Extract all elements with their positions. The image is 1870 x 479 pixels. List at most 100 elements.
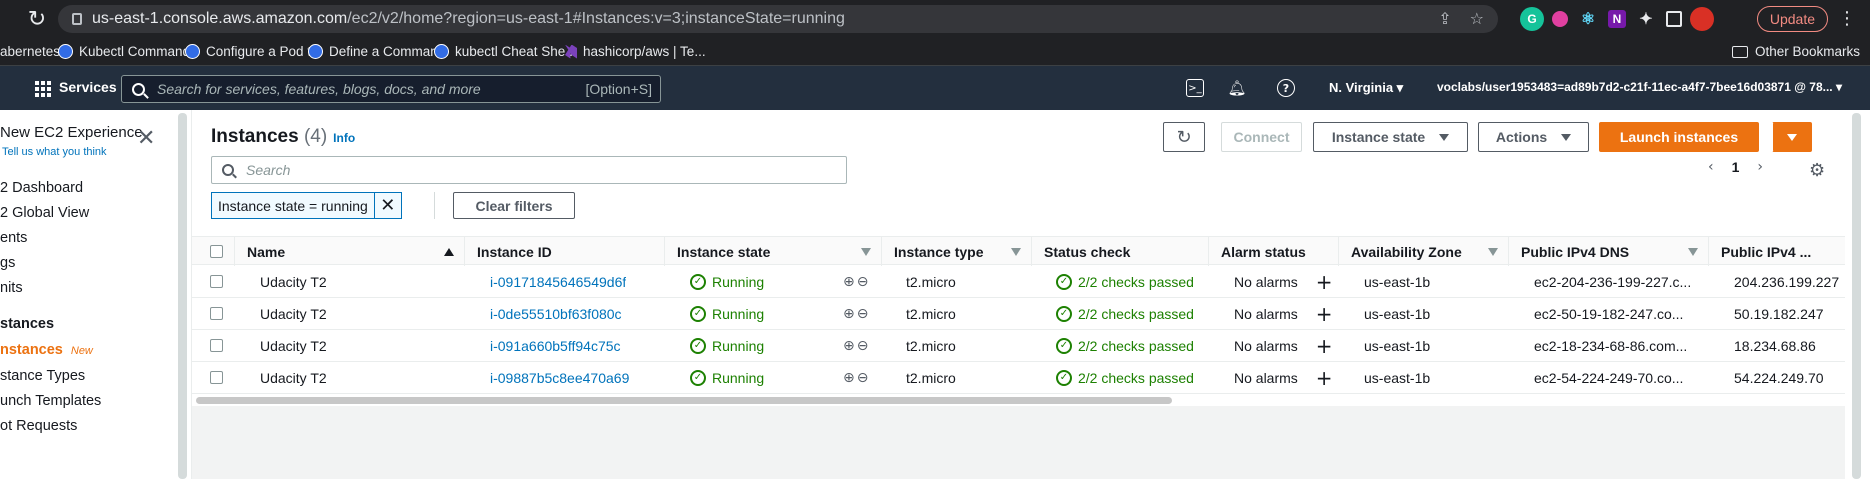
chevron-left-icon[interactable]: ‹ — [1708, 159, 1714, 175]
gear-icon[interactable]: ⚙ — [1809, 160, 1825, 181]
sidepanel-icon[interactable] — [1666, 11, 1682, 27]
table-row[interactable]: Udacity T2 i-09887b5c8ee470a69 ✓ Running … — [192, 362, 1845, 394]
bookmark-item[interactable]: kubectl Cheat She... — [434, 44, 577, 59]
row-checkbox[interactable] — [210, 307, 223, 320]
instance-type: t2.micro — [906, 305, 956, 322]
table-horizontal-scrollbar[interactable] — [196, 397, 1172, 404]
column-header-alarm-status[interactable]: Alarm status — [1208, 237, 1338, 266]
select-all-checkbox[interactable] — [210, 245, 223, 258]
search-input[interactable]: Search — [211, 156, 847, 184]
add-alarm-icon[interactable]: + — [1316, 366, 1333, 390]
star-icon[interactable]: ☆ — [1470, 9, 1484, 28]
extension-pink-icon[interactable] — [1552, 11, 1568, 27]
add-alarm-icon[interactable]: + — [1316, 302, 1333, 326]
zoom-out-icon[interactable]: ⊖ — [857, 338, 869, 354]
zoom-out-icon[interactable]: ⊖ — [857, 274, 869, 290]
nav-item-instances[interactable]: nstances New — [0, 342, 93, 358]
side-nav-scrollbar[interactable] — [178, 113, 187, 479]
row-checkbox-cell — [210, 362, 223, 393]
nav-item-tags[interactable]: gs — [0, 255, 15, 271]
table-row[interactable]: Udacity T2 i-091a660b5ff94c75c ✓ Running … — [192, 330, 1845, 362]
nav-item-events[interactable]: ents — [0, 230, 27, 246]
puzzle-icon[interactable]: ✦ — [1634, 7, 1658, 31]
zoom-in-icon[interactable]: ⊕ — [843, 338, 855, 354]
table-row[interactable]: Udacity T2 i-0de55510bf63f080c ✓ Running … — [192, 298, 1845, 330]
row-checkbox[interactable] — [210, 275, 223, 288]
refresh-button[interactable]: ↻ — [1163, 122, 1205, 152]
zoom-in-icon[interactable]: ⊕ — [843, 370, 855, 386]
actions-dropdown[interactable]: Actions — [1478, 122, 1589, 152]
kubernetes-icon — [185, 44, 200, 59]
nav-item-limits[interactable]: nits — [0, 280, 23, 296]
bookmark-item[interactable]: Configure a Pod t... — [185, 44, 322, 59]
help-icon[interactable]: ? — [1277, 79, 1295, 97]
availability-zone: us-east-1b — [1364, 369, 1431, 386]
close-icon[interactable]: ✕ — [137, 128, 157, 150]
connect-button[interactable]: Connect — [1221, 122, 1302, 152]
chevron-right-icon[interactable]: › — [1757, 159, 1763, 175]
launch-instances-button[interactable]: Launch instances — [1599, 122, 1759, 152]
column-header-public-ipv4[interactable]: Public IPv4 ... — [1708, 237, 1845, 266]
column-header-instance-id[interactable]: Instance ID — [464, 237, 664, 266]
avatar[interactable] — [1690, 7, 1714, 31]
clear-filters-button[interactable]: Clear filters — [453, 192, 575, 219]
add-alarm-icon[interactable]: + — [1316, 270, 1333, 294]
bookmark-item[interactable]: hashicorp/aws | Te... — [565, 44, 706, 59]
bookmark-item[interactable]: Kubectl Commands — [58, 44, 197, 59]
share-icon[interactable]: ⇪ — [1438, 9, 1451, 28]
nav-item-launch-templates[interactable]: unch Templates — [0, 393, 101, 409]
nav-item-instance-types[interactable]: stance Types — [0, 368, 85, 384]
region-selector[interactable]: N. Virginia ▾ — [1329, 80, 1403, 96]
reload-icon[interactable]: ↻ — [22, 4, 52, 34]
zoom-out-icon[interactable]: ⊖ — [857, 370, 869, 386]
sort-icon — [1688, 248, 1698, 256]
column-header-name[interactable]: Name — [234, 237, 464, 266]
add-alarm-icon[interactable]: + — [1316, 334, 1333, 358]
zoom-icons: ⊕ ⊖ — [843, 298, 868, 329]
bookmark-item[interactable]: abernetes — [0, 44, 60, 59]
aws-search-input[interactable]: Search for services, features, blogs, do… — [121, 75, 661, 103]
zoom-in-icon[interactable]: ⊕ — [843, 274, 855, 290]
public-ipv4: 18.234.68.86 — [1734, 337, 1816, 354]
nav-item-dashboard[interactable]: 2 Dashboard — [0, 180, 83, 196]
services-menu[interactable]: Services — [59, 79, 117, 95]
table-row[interactable]: Udacity T2 i-09171845646549d6f ✓ Running … — [192, 266, 1845, 298]
column-header-status-check[interactable]: Status check — [1031, 237, 1208, 266]
page-number[interactable]: 1 — [1732, 159, 1740, 175]
launch-options-dropdown[interactable] — [1772, 122, 1812, 152]
instances-panel: Instances (4) Info ↻ Connect Instance sta… — [192, 110, 1845, 406]
instance-id-link[interactable]: i-0de55510bf63f080c — [490, 298, 622, 329]
column-header-instance-type[interactable]: Instance type — [881, 237, 1031, 266]
grammarly-icon[interactable]: G — [1520, 7, 1544, 31]
zoom-in-icon[interactable]: ⊕ — [843, 306, 855, 322]
other-bookmarks[interactable]: Other Bookmarks — [1731, 44, 1860, 59]
nav-item-global-view[interactable]: 2 Global View — [0, 205, 89, 221]
instance-id-link[interactable]: i-09887b5c8ee470a69 — [490, 362, 629, 393]
info-link[interactable]: Info — [333, 131, 355, 145]
address-bar[interactable]: us-east-1.console.aws.amazon.com/ec2/v2/… — [58, 5, 1498, 33]
feedback-link[interactable]: Tell us what you think — [2, 146, 107, 158]
bookmark-item[interactable]: Define a Comman... — [308, 44, 449, 59]
onenote-icon[interactable]: N — [1608, 10, 1626, 28]
update-button[interactable]: Update — [1756, 6, 1828, 32]
instance-state-dropdown[interactable]: Instance state — [1313, 122, 1468, 152]
zoom-out-icon[interactable]: ⊖ — [857, 306, 869, 322]
row-checkbox[interactable] — [210, 339, 223, 352]
row-checkbox[interactable] — [210, 371, 223, 384]
column-header-public-dns[interactable]: Public IPv4 DNS — [1508, 237, 1708, 266]
close-icon[interactable]: ✕ — [375, 195, 401, 216]
account-menu[interactable]: voclabs/user1953483=ad89b7d2-c21f-11ec-a… — [1437, 80, 1842, 94]
column-header-availability-zone[interactable]: Availability Zone — [1338, 237, 1508, 266]
cloudshell-icon[interactable]: >_ — [1186, 79, 1204, 97]
nav-item-spot-requests[interactable]: ot Requests — [0, 418, 77, 434]
more-icon[interactable]: ⋮ — [1838, 8, 1856, 29]
divider — [434, 192, 435, 219]
instance-id-link[interactable]: i-09171845646549d6f — [490, 266, 626, 297]
react-icon[interactable]: ⚛ — [1576, 7, 1600, 31]
instance-id-link[interactable]: i-091a660b5ff94c75c — [490, 330, 621, 361]
column-header-instance-state[interactable]: Instance state — [664, 237, 881, 266]
kubernetes-icon — [308, 44, 323, 59]
page-scrollbar[interactable] — [1852, 113, 1861, 479]
services-grid-icon[interactable] — [35, 81, 51, 97]
bell-icon[interactable]: 🔔︎ — [1227, 79, 1246, 97]
